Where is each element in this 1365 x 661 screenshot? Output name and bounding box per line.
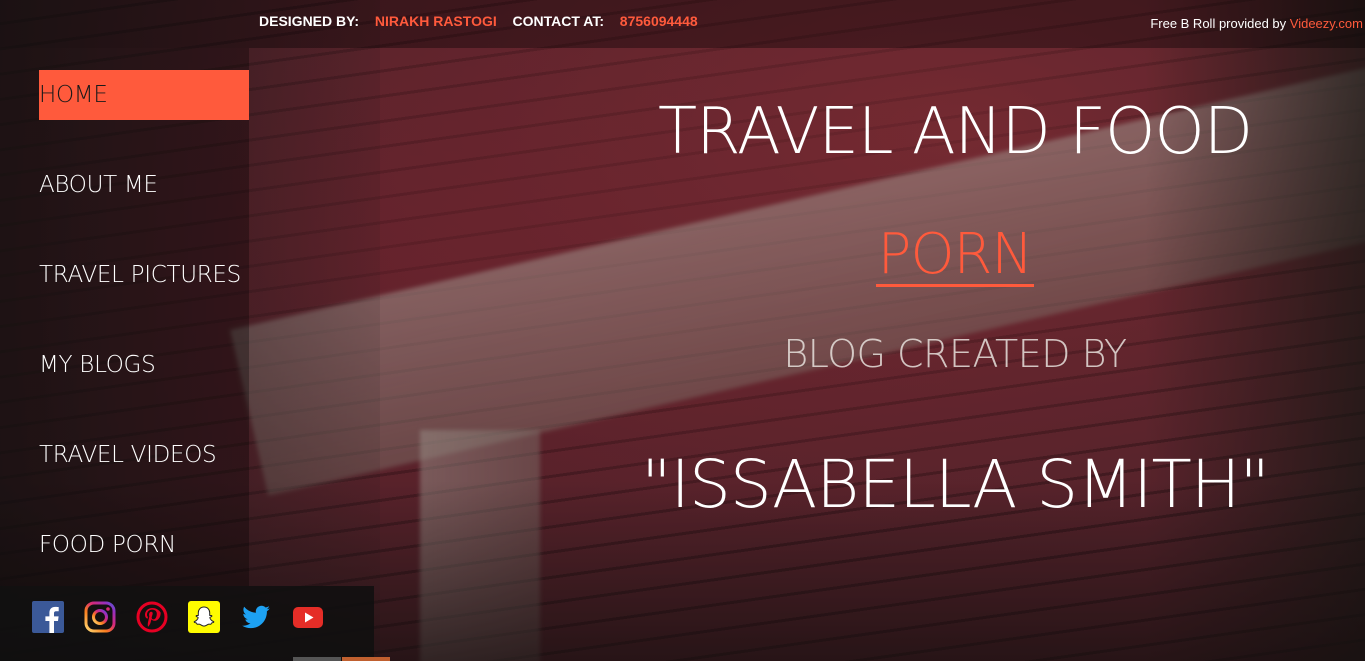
nav-item-food-porn[interactable]: FOOD PORN	[39, 520, 249, 570]
designer-name: NIRAKH RASTOGI	[374, 13, 497, 29]
attribution-text: Free B Roll provided by	[1150, 16, 1290, 31]
nav-item-about-me[interactable]: ABOUT ME	[39, 160, 249, 210]
bottom-tab-indicator	[293, 657, 341, 661]
contact-label: CONTACT AT:	[512, 13, 605, 29]
contact-number[interactable]: 8756094448	[620, 13, 698, 29]
facebook-icon[interactable]	[32, 601, 64, 633]
nav-item-travel-pictures[interactable]: TRAVEL PICTURES	[39, 250, 249, 300]
designed-by-label: DESIGNED BY:	[259, 13, 360, 29]
sidebar-nav	[0, 48, 249, 586]
hero-title: TRAVEL AND FOOD	[658, 95, 1253, 169]
snapchat-icon[interactable]	[188, 601, 220, 633]
page: DESIGNED BY: NIRAKH RASTOGI CONTACT AT: …	[0, 0, 1365, 661]
hero-subtitle: BLOG CREATED BY	[783, 332, 1127, 376]
top-bar: DESIGNED BY: NIRAKH RASTOGI CONTACT AT: …	[0, 0, 1365, 48]
nav-item-home[interactable]: HOME	[39, 70, 249, 120]
hero-accent-link[interactable]: PORN	[875, 226, 1035, 287]
instagram-icon[interactable]	[84, 601, 116, 633]
nav-item-travel-videos[interactable]: TRAVEL VIDEOS	[39, 430, 249, 480]
credits: DESIGNED BY: NIRAKH RASTOGI CONTACT AT: …	[259, 13, 698, 29]
pinterest-icon[interactable]	[136, 601, 168, 633]
nav-item-my-blogs[interactable]: MY BLOGS	[39, 340, 249, 390]
attribution-link[interactable]: Videezy.com	[1290, 16, 1363, 31]
social-bar	[0, 586, 374, 661]
bottom-tab-indicator-active	[342, 657, 390, 661]
twitter-icon[interactable]	[240, 601, 272, 633]
youtube-icon[interactable]	[292, 601, 324, 633]
attribution: Free B Roll provided by Videezy.com	[1150, 16, 1363, 31]
hero-author-name: "ISSABELLA SMITH"	[641, 446, 1270, 523]
hero-accent-wrap: PORN	[600, 222, 1310, 287]
